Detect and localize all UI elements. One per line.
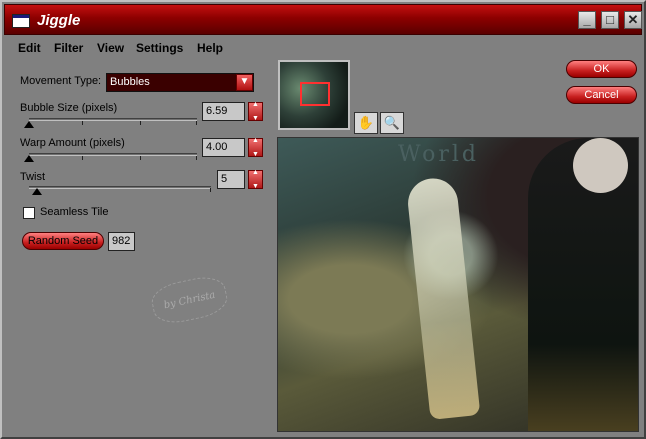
bubble-size-label: Bubble Size (pixels) [20,102,118,114]
maximize-button[interactable]: □ [601,11,619,29]
bubble-size-slider-thumb[interactable] [24,121,34,128]
slider-tick [82,156,83,160]
twist-label: Twist [20,171,46,183]
hand-icon[interactable]: ✋ [354,112,378,134]
warp-amount-spinner[interactable] [248,137,263,158]
menu-settings[interactable]: Settings [136,41,183,55]
menu-bar: Edit Filter View Settings Help [4,36,642,58]
close-button[interactable]: ✕ [624,11,642,29]
slider-tick [82,121,83,125]
seamless-tile-checkbox[interactable] [23,207,35,219]
movement-type-value: Bubbles [110,76,150,88]
preview-face [573,138,628,193]
preview-word: World [398,142,479,167]
slider-tick [196,156,197,160]
navigator-thumbnail[interactable] [278,60,350,130]
cancel-button[interactable]: Cancel [566,86,637,104]
bubble-size-input[interactable]: 6.59 [202,102,245,121]
zoom-icon[interactable]: 🔍 [380,112,404,134]
title-bar[interactable]: Jiggle _ □ ✕ [4,4,642,35]
preview-waterfall [405,176,481,420]
warp-amount-slider-track[interactable] [29,153,197,156]
window-title: Jiggle [37,12,81,29]
warp-amount-slider-thumb[interactable] [24,155,34,162]
jiggle-window: Jiggle _ □ ✕ Edit Filter View Settings H… [0,0,646,439]
slider-tick [140,121,141,125]
menu-edit[interactable]: Edit [18,41,41,55]
slider-tick [210,188,211,192]
warp-amount-input[interactable]: 4.00 [202,138,245,157]
twist-slider-track[interactable] [29,186,211,189]
bubble-size-slider-track[interactable] [29,118,197,121]
menu-help[interactable]: Help [197,41,223,55]
preview-image[interactable]: World [277,137,639,432]
navigator-viewport-rect[interactable] [300,82,330,106]
movement-type-label: Movement Type: [20,75,102,87]
twist-input[interactable]: 5 [217,170,245,189]
watermark-logo: by Christa [148,272,231,328]
ok-button[interactable]: OK [566,60,637,78]
random-seed-value[interactable]: 982 [108,232,135,251]
window-icon [12,14,30,28]
warp-amount-label: Warp Amount (pixels) [20,137,125,149]
menu-filter[interactable]: Filter [54,41,83,55]
bubble-size-spinner[interactable] [248,101,263,122]
seamless-tile-label: Seamless Tile [40,206,109,218]
slider-tick [196,121,197,125]
twist-spinner[interactable] [248,169,263,190]
twist-slider-thumb[interactable] [32,188,42,195]
menu-view[interactable]: View [97,41,124,55]
slider-tick [140,156,141,160]
minimize-button[interactable]: _ [578,11,596,29]
movement-type-select[interactable]: Bubbles ▼ [106,73,254,92]
chevron-down-icon[interactable]: ▼ [236,74,253,91]
random-seed-button[interactable]: Random Seed [22,232,104,250]
